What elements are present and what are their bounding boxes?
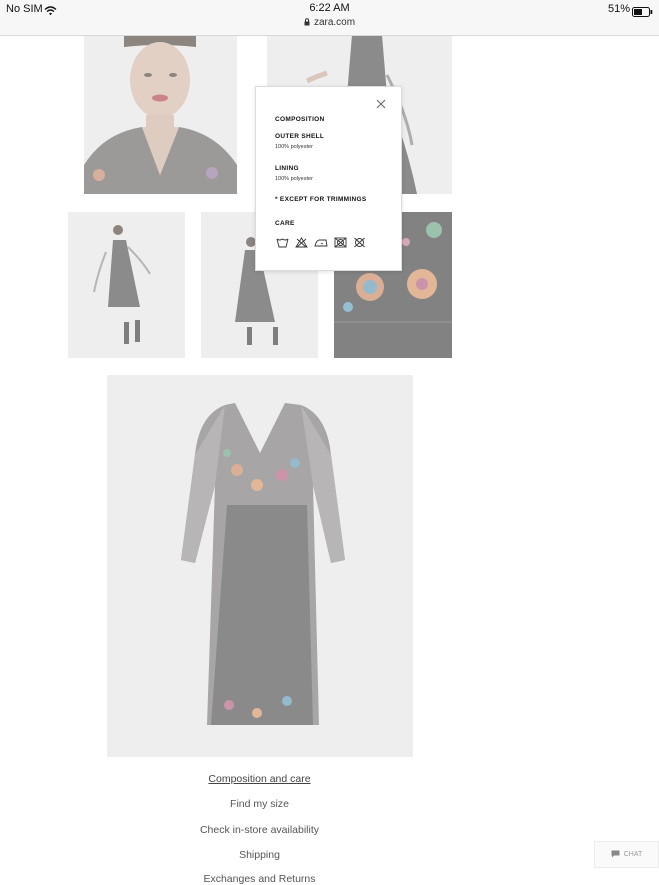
find-my-size-link[interactable]: Find my size [0,798,519,810]
status-bar: No SIM 6:22 AM zara.com 51% [0,0,659,36]
lock-icon [304,18,310,29]
battery-percent: 51% [607,3,630,15]
product-photo-flat-lay[interactable] [107,375,413,757]
chat-label: CHAT [623,851,643,858]
close-icon[interactable] [375,97,387,109]
care-heading: CARE [275,220,295,227]
composition-care-modal: COMPOSITION OUTER SHELL 100% polyester L… [255,86,402,271]
battery-icon [632,4,653,22]
do-not-tumble-dry-icon [334,237,347,248]
composition-care-link[interactable]: Composition and care [0,773,519,785]
care-icons-row [276,237,366,248]
do-not-bleach-icon [295,237,308,248]
chat-button[interactable]: CHAT [594,841,659,868]
product-photo-walking-1[interactable] [68,212,185,358]
wash-30-icon [276,237,289,248]
do-not-dry-clean-icon [353,237,366,248]
outer-shell-value: 100% polyester [275,144,313,150]
shipping-link[interactable]: Shipping [0,849,519,861]
lining-value: 100% polyester [275,176,313,182]
lining-label: LINING [275,165,299,172]
iron-low-icon [314,237,328,248]
outer-shell-label: OUTER SHELL [275,133,325,140]
check-store-availability-link[interactable]: Check in-store availability [0,824,519,836]
status-time: 6:22 AM [309,2,350,14]
url-text: zara.com [313,17,356,28]
address-bar[interactable]: zara.com [0,17,659,29]
exchanges-returns-link[interactable]: Exchanges and Returns [0,873,519,885]
product-photo-model-portrait[interactable] [84,35,237,194]
composition-heading: COMPOSITION [275,116,325,123]
chat-bubble-icon [611,850,620,860]
trimmings-note: * EXCEPT FOR TRIMMINGS [275,196,367,203]
